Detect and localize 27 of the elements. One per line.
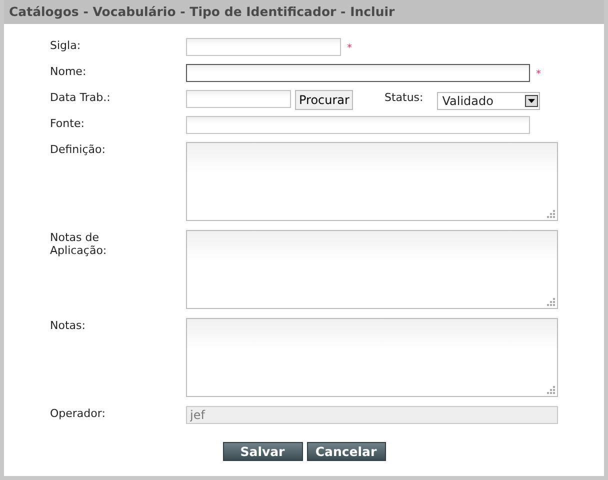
resize-grip-icon[interactable] — [547, 298, 555, 306]
window-title: Catálogos - Vocabulário - Tipo de Identificador - Incluir — [4, 0, 604, 24]
action-button[interactable]: Cancelar — [306, 442, 386, 461]
field-label: Sigla: — [50, 38, 82, 52]
search-button[interactable]: Procurar — [295, 90, 354, 110]
field-label: Nome: — [50, 64, 88, 78]
field-label: Data Trab.: — [50, 90, 112, 104]
date-field[interactable] — [186, 90, 291, 108]
text-area[interactable] — [186, 142, 558, 221]
field-label: Fonte: — [50, 116, 86, 130]
text-area[interactable] — [186, 318, 558, 397]
required-mark: * — [347, 43, 352, 54]
field-label: Notas: — [50, 318, 86, 332]
text-field[interactable] — [186, 116, 530, 134]
status-dropdown[interactable]: Validado — [437, 92, 540, 110]
text-field[interactable] — [186, 64, 530, 82]
text-field[interactable] — [186, 38, 341, 56]
field-label: Definição: — [50, 142, 106, 156]
text-area[interactable] — [186, 230, 558, 309]
resize-grip-icon[interactable] — [547, 386, 555, 394]
field-label: Notas de Aplicação: — [50, 230, 108, 257]
required-mark: * — [536, 69, 541, 80]
field-label: Operador: — [50, 406, 106, 420]
resize-grip-icon[interactable] — [547, 210, 555, 218]
field-label: Status: — [384, 90, 424, 104]
operator-field: jef — [186, 406, 558, 424]
action-button[interactable]: Salvar — [222, 442, 302, 461]
